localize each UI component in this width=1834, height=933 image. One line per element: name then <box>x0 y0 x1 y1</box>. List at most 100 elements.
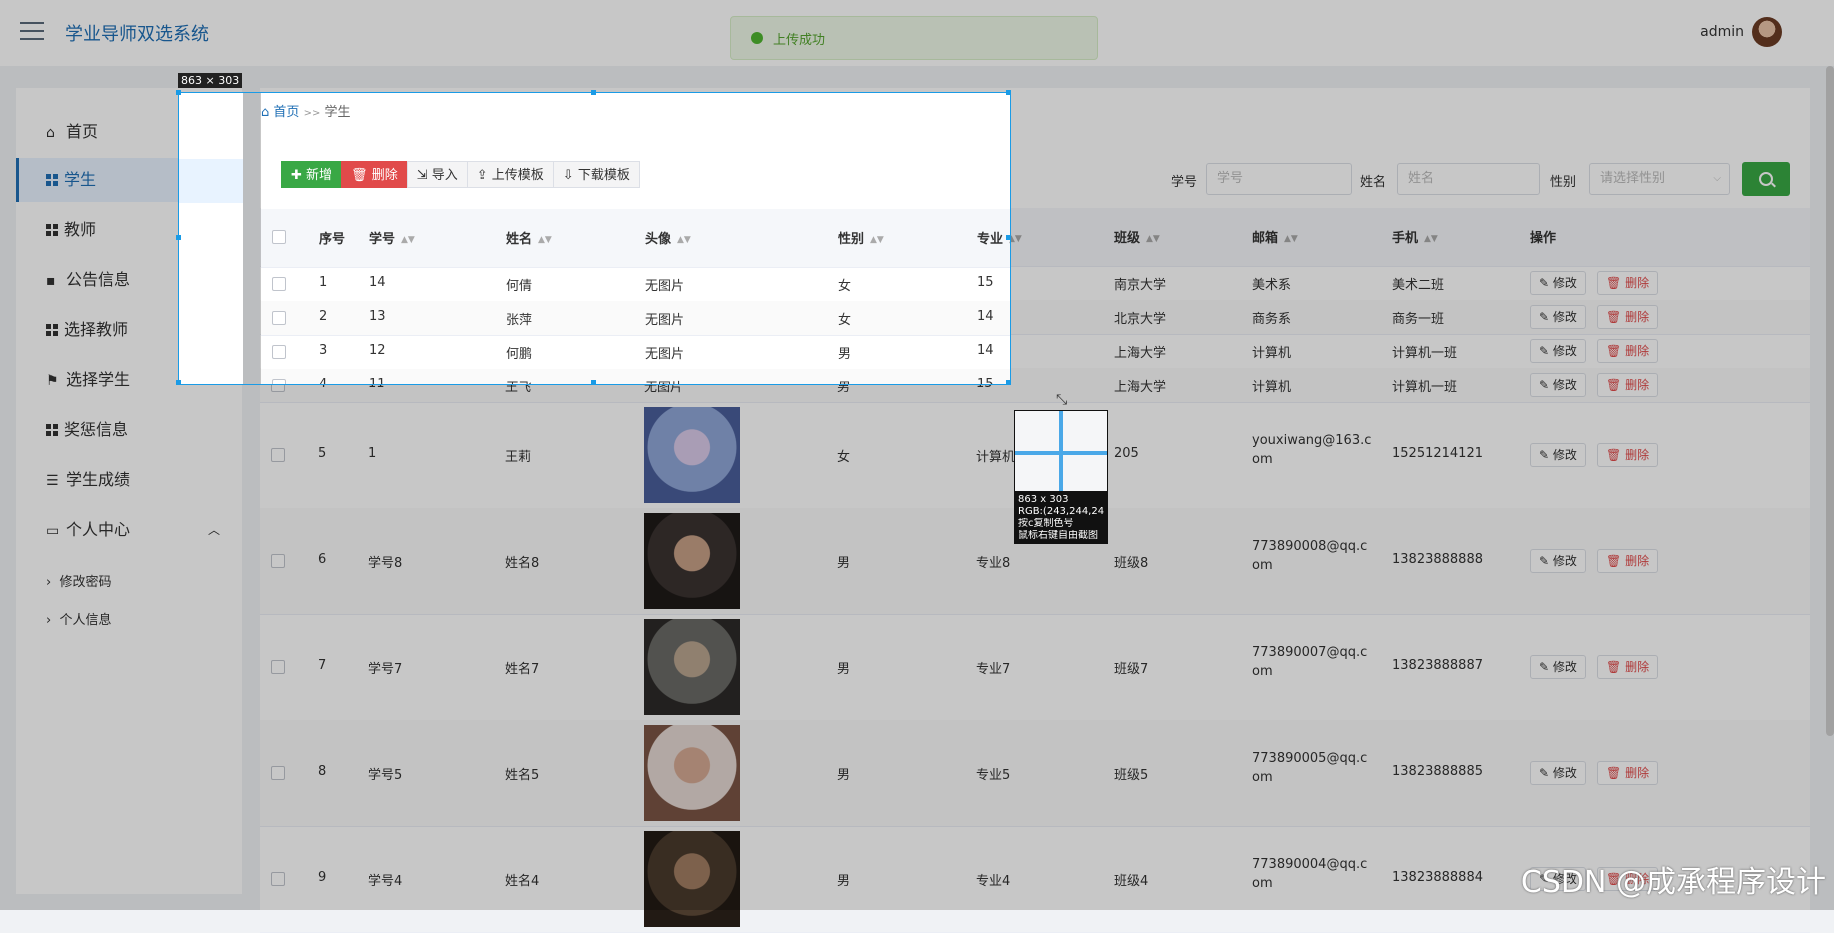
search-sex-select[interactable]: 请选择性别 ⌵ <box>1589 163 1730 195</box>
edit-button[interactable]: ✎ 修改 <box>1530 373 1586 397</box>
capture-copy-photo-cell: 无图片 <box>645 377 684 384</box>
scrollbar[interactable] <box>1826 66 1834 736</box>
sidebar-item-personal-center[interactable]: ▭ 个人中心 ︿ <box>16 508 242 552</box>
sort-icon[interactable]: ▲▼ <box>1284 234 1298 244</box>
edit-button[interactable]: ✎ 修改 <box>1530 339 1586 363</box>
trash-icon: 🗑 <box>1606 378 1626 392</box>
edit-button[interactable]: ✎ 修改 <box>1530 271 1586 295</box>
user-avatar[interactable] <box>1752 17 1782 47</box>
idx-cell: 7 <box>318 658 327 673</box>
column-header[interactable]: 班级 ▲▼ <box>1114 227 1160 246</box>
sidebar-item-label: 教师 <box>64 220 97 239</box>
capture-copy-add-button: ✚ 新增 <box>281 161 343 188</box>
search-button[interactable] <box>1742 162 1790 196</box>
edit-icon: ✎ <box>1539 310 1553 324</box>
row-checkbox[interactable] <box>271 554 285 568</box>
menu-toggle-icon[interactable] <box>20 22 44 42</box>
capture-copy-sidebar-item-choose-teacher: 选择教师 <box>179 309 243 353</box>
capture-copy-major-cell: 15 <box>977 275 994 290</box>
capture-copy-major-cell: 14 <box>977 343 994 358</box>
remove-button[interactable]: 🗑 删除 <box>1597 305 1659 329</box>
student-photo <box>644 407 740 503</box>
capture-copy-sex-cell: 女 <box>838 279 852 294</box>
app-title: 学业导师双选系统 <box>65 24 209 45</box>
capture-copy-row-checkbox <box>272 311 286 325</box>
search-name-label: 姓名 <box>1360 175 1387 190</box>
sort-icon[interactable]: ▲▼ <box>1424 234 1438 244</box>
search-sex-label: 性别 <box>1550 175 1577 190</box>
name-cell: 姓名4 <box>505 874 540 889</box>
column-header[interactable]: 手机 ▲▼ <box>1392 227 1438 246</box>
edit-icon: ✎ <box>1539 554 1553 568</box>
capture-copy-row-checkbox <box>272 277 286 291</box>
edit-button[interactable]: ✎ 修改 <box>1530 761 1586 785</box>
capture-resize-handle[interactable] <box>176 90 181 95</box>
capture-copy-sidebar: ⌂首页 学生 教师 ▪公告信息 选择教师 ⚑选择学生 奖惩信息 ☰学生成绩 ▭个… <box>179 93 243 384</box>
sidebar-subitem-label: 个人信息 <box>59 613 112 628</box>
edit-button[interactable]: ✎ 修改 <box>1530 655 1586 679</box>
sidebar-subitem-profile[interactable]: › 个人信息 <box>46 609 111 628</box>
capture-copy-download-template-button: ⇩ 下载模板 <box>552 161 640 188</box>
edit-label: 修改 <box>1552 554 1577 568</box>
edit-label: 修改 <box>1552 660 1577 674</box>
capture-copy-major-cell: 15 <box>977 377 994 385</box>
edit-button[interactable]: ✎ 修改 <box>1530 549 1586 573</box>
edit-label: 修改 <box>1552 310 1577 324</box>
capture-copy-sex-cell: 女 <box>838 313 852 328</box>
user-name[interactable]: admin <box>1700 24 1744 40</box>
row-checkbox[interactable] <box>271 448 285 462</box>
edit-icon: ✎ <box>1539 448 1553 462</box>
remove-button[interactable]: 🗑 删除 <box>1597 339 1659 363</box>
sidebar-subitem-label: 修改密码 <box>59 575 112 590</box>
name-cell: 姓名8 <box>505 556 540 571</box>
capture-copy-import-icon: ⇲ <box>416 168 432 183</box>
capture-copy-photo-cell: 无图片 <box>645 347 685 362</box>
sidebar-item-grades[interactable]: ☰ 学生成绩 <box>16 458 242 502</box>
remove-button[interactable]: 🗑 删除 <box>1597 655 1659 679</box>
sex-cell: 男 <box>837 556 851 571</box>
column-header[interactable]: 邮箱 ▲▼ <box>1252 227 1298 246</box>
cls-cell: 班级4 <box>1114 874 1149 889</box>
search-name-input[interactable]: 姓名 <box>1397 163 1540 195</box>
phone-cell: 13823888887 <box>1392 658 1483 673</box>
remove-button[interactable]: 🗑 删除 <box>1597 271 1659 295</box>
remove-label: 删除 <box>1625 378 1650 392</box>
remove-button[interactable]: 🗑 删除 <box>1597 373 1659 397</box>
capture-region[interactable]: 学业导师双选系统 上传成功 admin ⌂首页 学生 教师 ▪公告信息 选择教师… <box>178 92 1011 385</box>
edit-button[interactable]: ✎ 修改 <box>1530 305 1586 329</box>
remove-button[interactable]: 🗑 删除 <box>1597 443 1659 467</box>
name-cell: 王莉 <box>505 450 532 465</box>
capture-copy-name-cell: 张萍 <box>506 313 533 328</box>
row-checkbox[interactable] <box>271 872 285 886</box>
edit-button[interactable]: ✎ 修改 <box>1530 443 1586 467</box>
row-checkbox[interactable] <box>271 660 285 674</box>
idx-cell: 8 <box>318 764 327 779</box>
search-sno-input[interactable]: 学号 <box>1206 163 1352 195</box>
email-cell: 商务系 <box>1252 312 1292 327</box>
sidebar-item-rewards[interactable]: 奖惩信息 <box>16 408 242 452</box>
capture-resize-handle[interactable] <box>176 380 181 385</box>
remove-button[interactable]: 🗑 删除 <box>1597 549 1659 573</box>
major-cell: 专业4 <box>976 874 1011 889</box>
capture-resize-handle[interactable] <box>591 90 596 95</box>
capture-copy-column-header-label: 性别 <box>838 232 865 247</box>
capture-resize-handle[interactable] <box>1006 235 1011 240</box>
sliders-icon: ☰ <box>46 473 59 489</box>
sort-icon[interactable]: ▲▼ <box>1146 234 1160 244</box>
capture-copy-add-label: 新增 <box>306 168 333 183</box>
capture-resize-handle[interactable] <box>1006 380 1011 385</box>
row-checkbox[interactable] <box>271 766 285 780</box>
capture-resize-handle[interactable] <box>591 380 596 385</box>
email-cell: 计算机 <box>1252 380 1292 395</box>
phone-cell: 13823888884 <box>1392 870 1483 885</box>
remove-button[interactable]: 🗑 删除 <box>1597 761 1659 785</box>
sidebar-subitem-change-password[interactable]: › 修改密码 <box>46 571 111 590</box>
capture-resize-handle[interactable] <box>176 235 181 240</box>
capture-resize-handle[interactable] <box>1006 90 1011 95</box>
message-icon: ▪ <box>46 273 56 289</box>
capture-copy-major-cell: 14 <box>977 309 994 324</box>
capture-copy-column-header-label: 序号 <box>319 232 346 247</box>
remove-label: 删除 <box>1625 344 1650 358</box>
grid-icon <box>46 324 58 336</box>
cls-cell: 上海大学 <box>1114 380 1167 395</box>
